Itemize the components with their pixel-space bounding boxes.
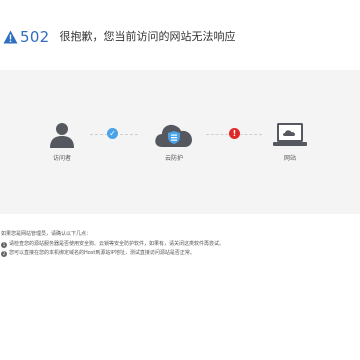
cloud-label: 云防护 <box>164 155 183 162</box>
cloud-shield-icon <box>155 124 192 147</box>
error-badge-icon: ! <box>229 128 240 139</box>
user-icon <box>50 123 74 148</box>
error-page: 502 很抱歉，您当前访问的网站无法响应 访问者 ✓ 云防护 ! 网站 如果您是… <box>0 0 360 360</box>
warning-icon <box>3 30 18 44</box>
list-item: 1 请检查您的源站服务器是否使用安全狗、云锁等安全防护软件，如果有，请关闭这类软… <box>1 240 357 249</box>
cloud-node: 云防护 <box>154 122 194 162</box>
notes-intro: 如果您是网站管理员，请确认以下几点： <box>1 231 92 237</box>
connection-status-panel: 访问者 ✓ 云防护 ! 网站 <box>0 70 360 214</box>
error-code: 502 <box>20 28 50 46</box>
visitor-label: 访问者 <box>52 155 71 162</box>
laptop-icon <box>273 123 307 146</box>
list-item: 2 您可以直接在您的本机绑定域名的Host到源站IP地址，测试直接访问源站是否正… <box>1 249 357 258</box>
note-text: 请检查您的源站服务器是否使用安全狗、云锁等安全防护软件，如果有，请关闭这类软件再… <box>9 241 225 247</box>
admin-notes: 如果您是网站管理员，请确认以下几点： 1 请检查您的源站服务器是否使用安全狗、云… <box>1 230 357 258</box>
number-badge-icon: 2 <box>1 250 7 257</box>
website-node: 网站 <box>272 122 308 162</box>
note-text: 您可以直接在您的本机绑定域名的Host到源站IP地址，测试直接访问源站是否正常。 <box>9 250 195 256</box>
error-header: 502 很抱歉，您当前访问的网站无法响应 <box>3 28 236 46</box>
website-label: 网站 <box>283 155 296 162</box>
visitor-node: 访问者 <box>42 122 82 162</box>
check-icon: ✓ <box>107 128 118 139</box>
error-title: 很抱歉，您当前访问的网站无法响应 <box>59 30 236 43</box>
number-badge-icon: 1 <box>1 241 7 248</box>
